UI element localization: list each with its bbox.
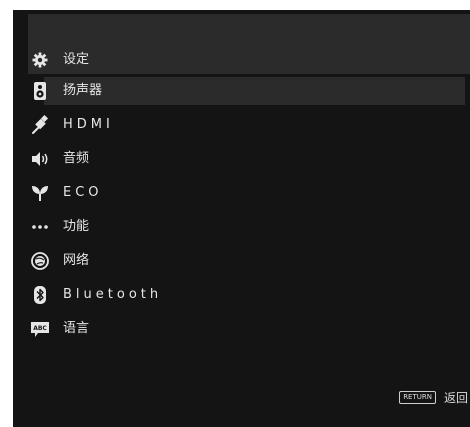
language-abc-icon: ABC bbox=[31, 322, 49, 337]
menu-item-label: 语言 bbox=[63, 321, 90, 336]
hdmi-cable-icon bbox=[32, 115, 49, 134]
menu-item-label: HDMI bbox=[63, 117, 114, 132]
menu-item-bluetooth[interactable]: Bluetooth bbox=[28, 278, 470, 312]
audio-icon bbox=[32, 152, 48, 166]
network-globe-icon bbox=[31, 252, 49, 270]
menu-item-hdmi[interactable]: HDMI bbox=[28, 108, 470, 142]
page-title: 设定 bbox=[63, 52, 90, 67]
menu-item-function[interactable]: 功能 bbox=[28, 210, 470, 244]
menu-item-network[interactable]: 网络 bbox=[28, 244, 470, 278]
speaker-icon bbox=[34, 82, 46, 100]
bluetooth-icon bbox=[34, 286, 46, 304]
top-bar bbox=[28, 14, 470, 46]
eco-leaf-icon bbox=[32, 186, 48, 201]
settings-screen: 设定 扬声器 HDMI 音频 ECO 功能 网络 Bluetooth ABC 语… bbox=[13, 10, 470, 427]
return-key-badge[interactable]: RETURN bbox=[399, 390, 436, 404]
menu-item-label: 网络 bbox=[63, 253, 90, 268]
settings-header: 设定 bbox=[28, 46, 470, 74]
menu-item-label: Bluetooth bbox=[63, 287, 163, 302]
menu-item-label: 音频 bbox=[63, 151, 90, 166]
more-dots-icon bbox=[32, 225, 48, 229]
menu-item-label: 扬声器 bbox=[63, 83, 103, 98]
menu-item-language[interactable]: ABC 语言 bbox=[28, 312, 470, 346]
menu-item-label: ECO bbox=[63, 185, 103, 200]
return-label: 返回 bbox=[443, 390, 468, 405]
settings-menu: 扬声器 HDMI 音频 ECO 功能 网络 Bluetooth ABC 语言 bbox=[28, 74, 470, 346]
footer-hint: RETURN 返回 bbox=[399, 388, 468, 406]
gear-icon bbox=[32, 52, 48, 68]
menu-item-speaker[interactable]: 扬声器 bbox=[28, 74, 470, 108]
menu-item-audio[interactable]: 音频 bbox=[28, 142, 470, 176]
menu-item-label: 功能 bbox=[63, 219, 90, 234]
selection-highlight bbox=[44, 77, 465, 105]
svg-text:ABC: ABC bbox=[33, 325, 47, 332]
menu-item-eco[interactable]: ECO bbox=[28, 176, 470, 210]
